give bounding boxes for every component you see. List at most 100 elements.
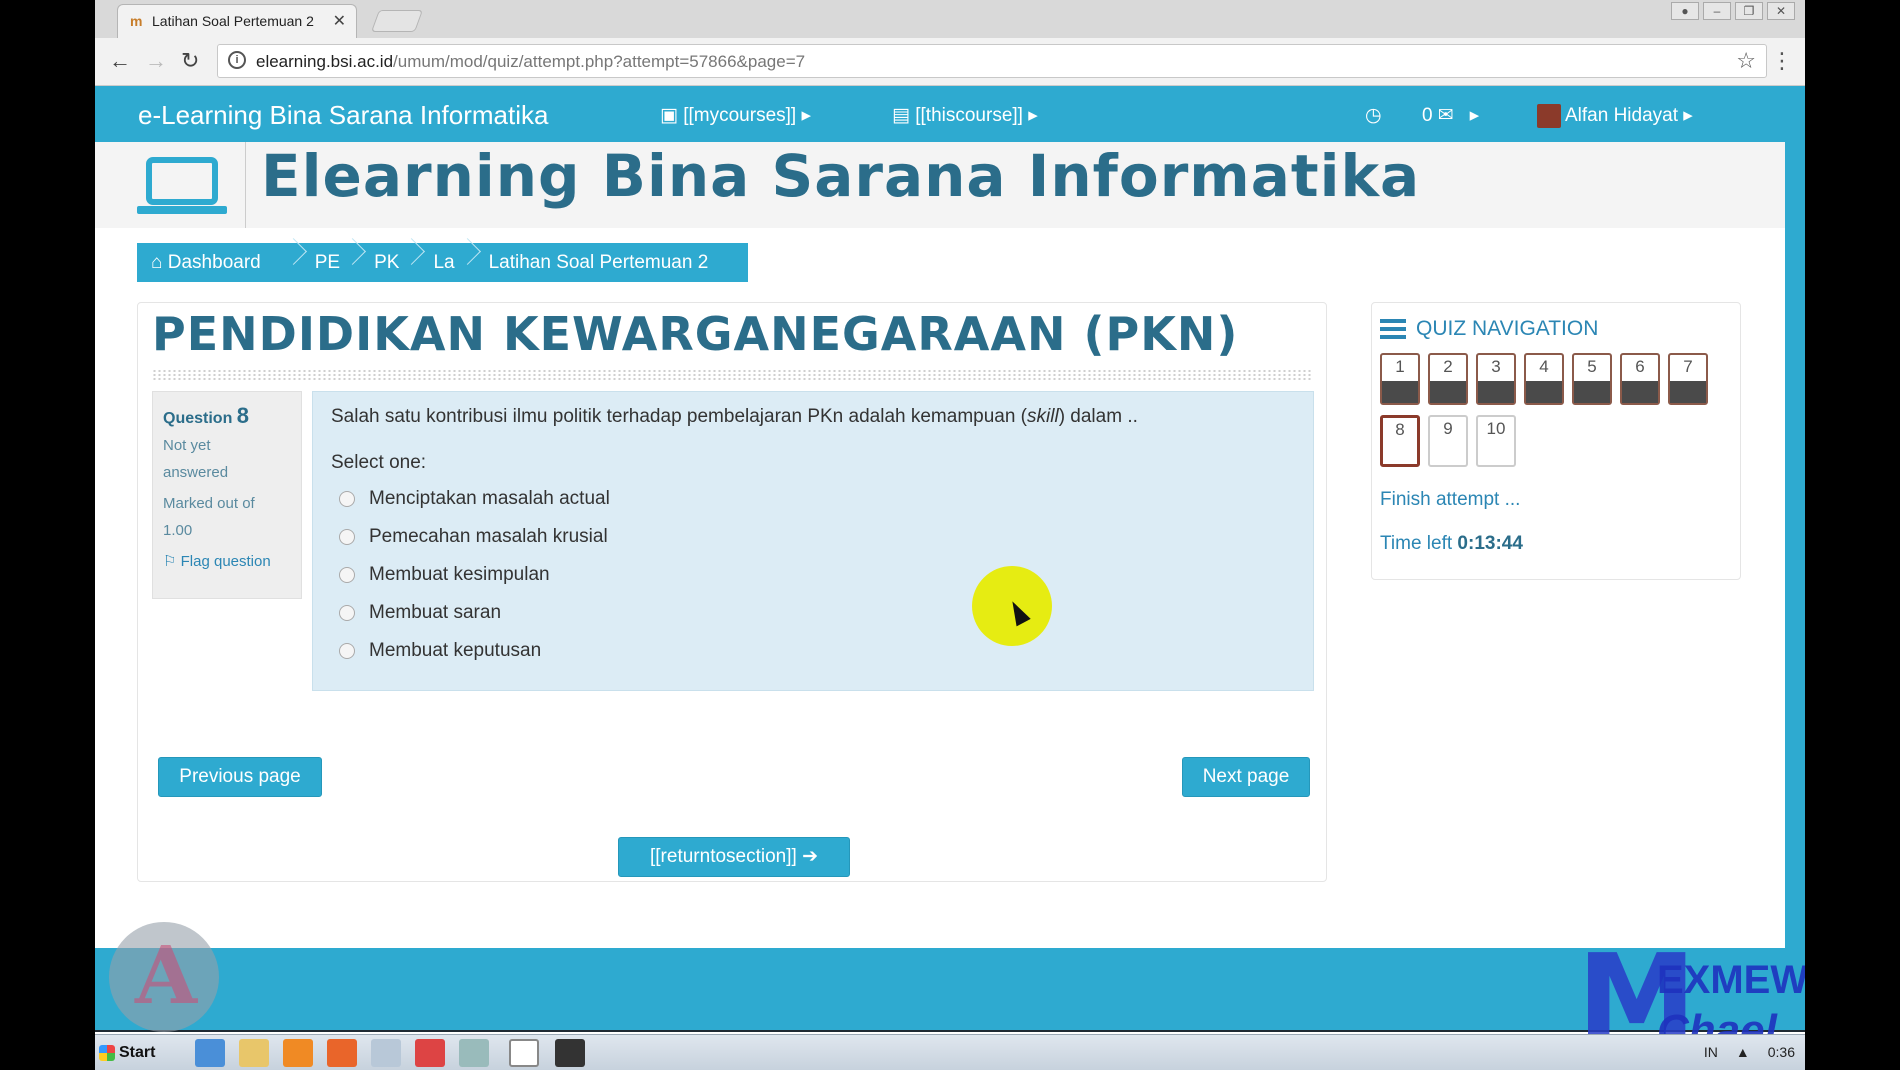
ie-icon[interactable]	[195, 1039, 225, 1067]
browser-menu-icon[interactable]: ⋮	[1771, 48, 1793, 74]
radio-button[interactable]	[339, 643, 355, 659]
answer-option[interactable]: Membuat kesimpulan	[331, 556, 1295, 594]
media-player-icon[interactable]	[283, 1039, 313, 1067]
breadcrumb-pe[interactable]: PE	[297, 252, 356, 274]
browser-toolbar: ← → ↻ i elearning.bsi.ac.id/umum/mod/qui…	[95, 38, 1805, 86]
reload-icon[interactable]: ↻	[181, 48, 199, 74]
right-accent-bar	[1785, 142, 1805, 954]
moodle-favicon-icon: m	[130, 13, 143, 29]
user-icon[interactable]: ●	[1671, 2, 1699, 20]
banner-divider	[245, 142, 246, 228]
os-taskbar: Start IN ▲ 0:36	[95, 1034, 1805, 1070]
question-text-after: ) dalam ..	[1058, 406, 1138, 427]
finish-attempt-link[interactable]: Finish attempt ...	[1380, 489, 1520, 511]
quiz-nav-button[interactable]: 10	[1476, 415, 1516, 467]
site-navbar: e-Learning Bina Sarana Informatika ▣ [[m…	[95, 86, 1805, 142]
clock-text[interactable]: 0:36	[1768, 1044, 1795, 1060]
folder-icon[interactable]	[239, 1039, 269, 1067]
info-icon[interactable]: i	[228, 51, 246, 69]
messages-menu[interactable]: 0 ✉ ▸	[1422, 104, 1479, 127]
radio-button[interactable]	[339, 605, 355, 621]
mycourses-menu[interactable]: ▣ [[mycourses]] ▸	[660, 104, 811, 127]
quiz-nav-button[interactable]: 2	[1428, 353, 1468, 405]
breadcrumb-label: Dashboard	[167, 251, 261, 273]
radio-button[interactable]	[339, 529, 355, 545]
breadcrumb-dashboard[interactable]: ⌂ Dashboard	[137, 252, 297, 274]
thiscourse-label: [[thiscourse]]	[915, 105, 1023, 126]
flag-icon: ⚐	[163, 553, 181, 570]
quiz-nav-button[interactable]: 3	[1476, 353, 1516, 405]
tool-icon[interactable]	[459, 1039, 489, 1067]
windows-flag-icon	[99, 1045, 115, 1061]
site-brand[interactable]: e-Learning Bina Sarana Informatika	[138, 100, 548, 131]
banner-title: Elearning Bina Sarana Informatika	[261, 142, 1421, 210]
close-window-button[interactable]: ✕	[1767, 2, 1795, 20]
address-bar[interactable]: i elearning.bsi.ac.id/umum/mod/quiz/atte…	[217, 44, 1767, 78]
quiz-nav-button[interactable]: 6	[1620, 353, 1660, 405]
watermark-text-1: EXMEW	[1657, 958, 1805, 1002]
answer-option-label: Pemecahan masalah krusial	[369, 526, 608, 547]
quiz-nav-button[interactable]: 4	[1524, 353, 1564, 405]
envelope-icon: ✉	[1437, 105, 1454, 126]
return-to-section-button[interactable]: [[returntosection]] ➔	[618, 837, 850, 877]
question-text: Salah satu kontribusi ilmu politik terha…	[331, 406, 1295, 428]
user-menu[interactable]: Alfan Hidayat ▸	[1537, 104, 1693, 128]
book-icon: ▤	[892, 105, 916, 126]
answer-option[interactable]: Menciptakan masalah actual	[331, 480, 1295, 518]
start-button[interactable]: Start	[99, 1040, 161, 1066]
answer-option[interactable]: Membuat saran	[331, 594, 1295, 632]
radio-button[interactable]	[339, 491, 355, 507]
bookmark-star-icon[interactable]: ☆	[1736, 48, 1756, 74]
chrome-icon[interactable]	[509, 1039, 539, 1067]
question-number-value: 8	[236, 403, 250, 428]
breadcrumb-la[interactable]: La	[415, 252, 470, 274]
return-label: [[returntosection]]	[650, 846, 797, 867]
quiz-nav-button[interactable]: 1	[1380, 353, 1420, 405]
question-marked-1: Marked out of	[163, 495, 255, 512]
quiz-nav-button-current[interactable]: 8	[1380, 415, 1420, 467]
url-path: /umum/mod/quiz/attempt.php?attempt=57866…	[393, 52, 806, 71]
new-tab-button[interactable]	[370, 10, 424, 32]
browser-tab[interactable]: m Latihan Soal Pertemuan 2 ✕	[117, 4, 357, 38]
quiz-nav-button[interactable]: 7	[1668, 353, 1708, 405]
briefcase-icon: ▣	[660, 105, 684, 126]
clock-icon[interactable]: ◷	[1365, 104, 1382, 127]
quiz-navigation-block: QUIZ NAVIGATION 1 2 3 4 5 6 7 8 9 10 Fin…	[1371, 302, 1741, 580]
quiz-nav-heading: QUIZ NAVIGATION	[1380, 317, 1598, 341]
url-host: elearning.bsi.ac.id	[256, 52, 394, 71]
quiz-nav-button[interactable]: 5	[1572, 353, 1612, 405]
back-arrow-icon[interactable]: ←	[109, 48, 131, 74]
screen: m Latihan Soal Pertemuan 2 ✕ ● – ❐ ✕ ← →…	[95, 0, 1805, 1070]
time-left-label: Time left	[1380, 533, 1453, 554]
question-text-italic: skill	[1027, 406, 1059, 427]
restore-button[interactable]: ❐	[1735, 2, 1763, 20]
tab-title: Latihan Soal Pertemuan 2	[152, 13, 314, 29]
breadcrumb-pk[interactable]: PK	[356, 252, 415, 274]
breadcrumb: ⌂ Dashboard PE PK La Latihan Soal Pertem…	[137, 243, 749, 282]
time-left-value: 0:13:44	[1457, 533, 1523, 554]
answer-option[interactable]: Membuat keputusan	[331, 632, 1295, 670]
forward-arrow-icon[interactable]: →	[145, 48, 167, 74]
page-title: PENDIDIKAN KEWARGANEGARAAN (PKN)	[152, 307, 1239, 361]
recorder-icon[interactable]	[555, 1039, 585, 1067]
minimize-button[interactable]: –	[1703, 2, 1731, 20]
firefox-icon[interactable]	[327, 1039, 357, 1067]
breadcrumb-quiz[interactable]: Latihan Soal Pertemuan 2	[471, 252, 725, 274]
laptop-logo-icon	[137, 157, 227, 214]
radio-button[interactable]	[339, 567, 355, 583]
flag-question-link[interactable]: ⚐ Flag question	[163, 548, 291, 575]
tray-arrow-icon[interactable]: ▲	[1736, 1044, 1750, 1060]
answer-option[interactable]: Pemecahan masalah krusial	[331, 518, 1295, 556]
answer-option-label: Menciptakan masalah actual	[369, 488, 610, 509]
flag-question-label: Flag question	[180, 553, 271, 570]
next-page-button[interactable]: Next page	[1182, 757, 1310, 797]
window-icon[interactable]	[371, 1039, 401, 1067]
app-icon[interactable]	[415, 1039, 445, 1067]
thiscourse-menu[interactable]: ▤ [[thiscourse]] ▸	[892, 104, 1038, 127]
previous-page-button[interactable]: Previous page	[158, 757, 322, 797]
site-banner: Elearning Bina Sarana Informatika	[95, 142, 1785, 228]
language-indicator[interactable]: IN	[1704, 1044, 1718, 1060]
answer-option-label: Membuat kesimpulan	[369, 564, 550, 585]
quiz-nav-button[interactable]: 9	[1428, 415, 1468, 467]
tab-close-icon[interactable]: ✕	[333, 11, 346, 31]
